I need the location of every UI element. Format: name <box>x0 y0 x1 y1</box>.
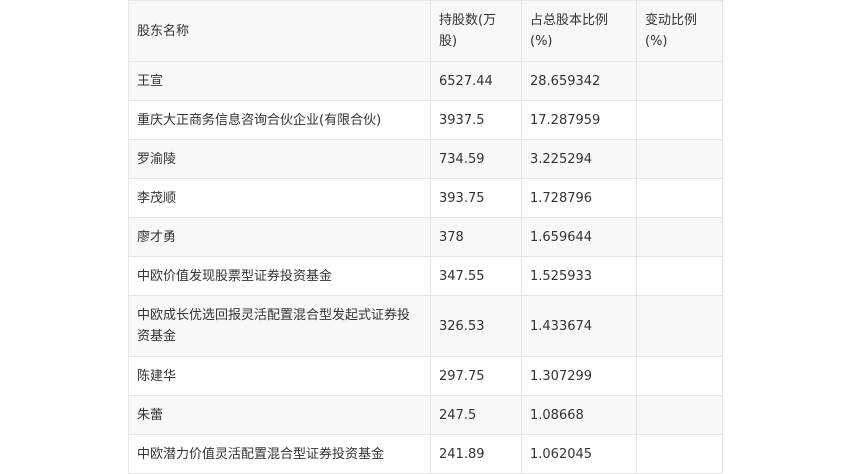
cell-ratio: 17.287959 <box>521 100 637 140</box>
cell-shares: 734.59 <box>430 139 522 179</box>
header-change-ratio: 变动比例(%) <box>636 0 723 62</box>
header-share-ratio: 占总股本比例(%) <box>521 0 637 62</box>
cell-change <box>636 356 723 396</box>
cell-change <box>636 178 723 218</box>
cell-change <box>636 256 723 296</box>
cell-ratio: 1.08668 <box>521 395 637 435</box>
cell-ratio: 3.225294 <box>521 139 637 179</box>
table-row: 中欧成长优选回报灵活配置混合型发起式证券投资基金 326.53 1.433674 <box>128 295 723 357</box>
header-shares-held: 持股数(万股) <box>430 0 522 62</box>
cell-shares: 3937.5 <box>430 100 522 140</box>
table-row: 朱蕾 247.5 1.08668 <box>128 395 723 435</box>
cell-shares: 378 <box>430 217 522 257</box>
cell-ratio: 1.307299 <box>521 356 637 396</box>
table-row: 中欧潜力价值灵活配置混合型证券投资基金 241.89 1.062045 <box>128 434 723 474</box>
shareholder-table-container: 股东名称 持股数(万股) 占总股本比例(%) 变动比例(%) 王宣 6527.4… <box>128 0 723 474</box>
cell-name: 陈建华 <box>128 356 431 396</box>
cell-change <box>636 295 723 357</box>
cell-ratio: 1.062045 <box>521 434 637 474</box>
table-row: 罗渝陵 734.59 3.225294 <box>128 139 723 179</box>
cell-ratio: 1.525933 <box>521 256 637 296</box>
table-header-row: 股东名称 持股数(万股) 占总股本比例(%) 变动比例(%) <box>128 0 723 62</box>
cell-ratio: 1.433674 <box>521 295 637 357</box>
cell-name: 朱蕾 <box>128 395 431 435</box>
cell-name: 中欧潜力价值灵活配置混合型证券投资基金 <box>128 434 431 474</box>
cell-shares: 326.53 <box>430 295 522 357</box>
table-row: 重庆大正商务信息咨询合伙企业(有限合伙) 3937.5 17.287959 <box>128 100 723 140</box>
cell-change <box>636 139 723 179</box>
cell-shares: 297.75 <box>430 356 522 396</box>
cell-name: 中欧价值发现股票型证券投资基金 <box>128 256 431 296</box>
cell-change <box>636 61 723 101</box>
cell-name: 重庆大正商务信息咨询合伙企业(有限合伙) <box>128 100 431 140</box>
cell-shares: 247.5 <box>430 395 522 435</box>
table-row: 李茂顺 393.75 1.728796 <box>128 178 723 218</box>
table-row: 廖才勇 378 1.659644 <box>128 217 723 257</box>
table-row: 陈建华 297.75 1.307299 <box>128 356 723 396</box>
cell-shares: 6527.44 <box>430 61 522 101</box>
table-row: 中欧价值发现股票型证券投资基金 347.55 1.525933 <box>128 256 723 296</box>
cell-ratio: 1.728796 <box>521 178 637 218</box>
cell-shares: 347.55 <box>430 256 522 296</box>
cell-change <box>636 395 723 435</box>
cell-name: 廖才勇 <box>128 217 431 257</box>
cell-ratio: 1.659644 <box>521 217 637 257</box>
shareholder-table: 股东名称 持股数(万股) 占总股本比例(%) 变动比例(%) 王宣 6527.4… <box>128 0 723 474</box>
cell-change <box>636 100 723 140</box>
cell-name: 王宣 <box>128 61 431 101</box>
cell-name: 中欧成长优选回报灵活配置混合型发起式证券投资基金 <box>128 295 431 357</box>
cell-change <box>636 217 723 257</box>
cell-name: 李茂顺 <box>128 178 431 218</box>
cell-change <box>636 434 723 474</box>
table-row: 王宣 6527.44 28.659342 <box>128 61 723 101</box>
cell-name: 罗渝陵 <box>128 139 431 179</box>
cell-shares: 241.89 <box>430 434 522 474</box>
cell-shares: 393.75 <box>430 178 522 218</box>
header-shareholder-name: 股东名称 <box>128 0 431 62</box>
cell-ratio: 28.659342 <box>521 61 637 101</box>
